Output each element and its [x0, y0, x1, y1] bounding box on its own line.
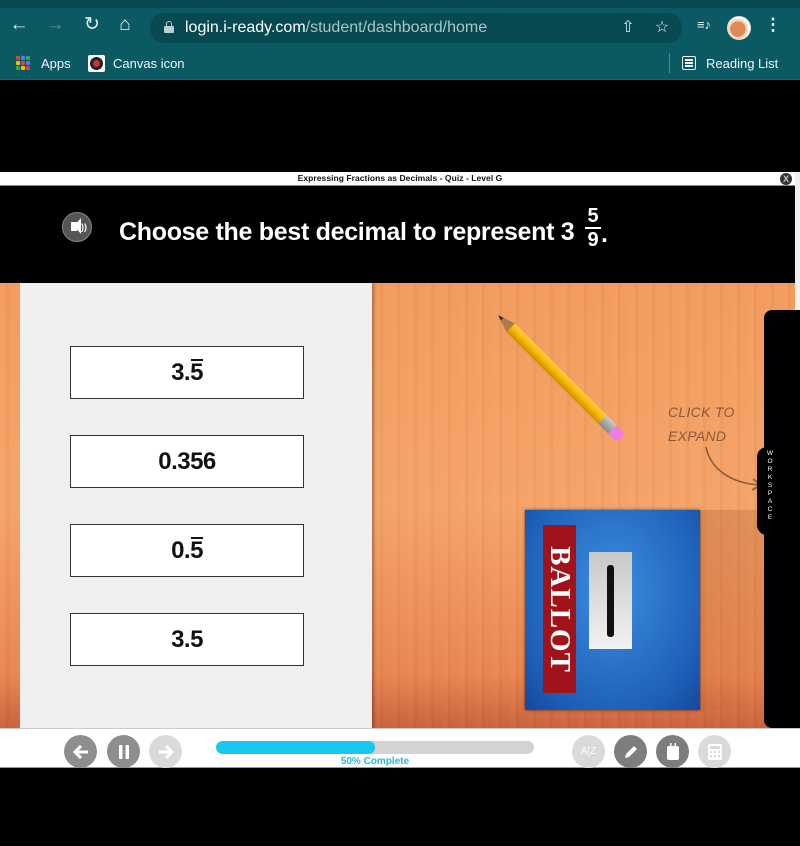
ballot-box: BALLOT [525, 510, 700, 710]
pencil-button[interactable] [614, 735, 647, 768]
forward-arrow-icon[interactable]: → [44, 14, 66, 36]
notepad-button[interactable] [656, 735, 689, 768]
next-arrow-icon [158, 744, 174, 759]
quiz-title-bar: Expressing Fractions as Decimals - Quiz … [0, 172, 800, 186]
reading-list-icon [682, 56, 696, 70]
profile-avatar[interactable] [727, 16, 751, 40]
apps-grid-dot [16, 61, 20, 65]
workspace-letter: P [767, 490, 773, 497]
bookmark-label: Apps [41, 55, 71, 71]
workspace-letter: W [766, 450, 774, 457]
bookmarks-bar: Apps Canvas icon Reading List [0, 45, 800, 80]
page-letterbox-top [0, 80, 800, 172]
pause-button[interactable] [107, 735, 140, 768]
url-host: login.i-ready.com [185, 19, 306, 36]
media-queue-icon[interactable]: ≡♪ [693, 14, 715, 36]
prompt-period: . [601, 220, 608, 248]
answer-choice[interactable]: 0.5 [70, 524, 304, 577]
back-arrow-icon[interactable]: ← [8, 14, 30, 36]
answer-value: 3.5 [171, 358, 203, 386]
apps-grid-dot [26, 61, 30, 65]
answer-value: 3.5 [171, 625, 203, 653]
ballot-slot [589, 552, 632, 649]
browser-toolbar: ← → ↻ ⌂ login.i-ready.com/student/dashbo… [0, 0, 800, 45]
fraction-denominator: 9 [587, 229, 599, 251]
calculator-button[interactable] [698, 735, 731, 768]
bookmarks-divider [669, 53, 670, 73]
repeating-digit: 5 [190, 358, 203, 386]
ballot-label: BALLOT [543, 525, 576, 693]
speaker-icon[interactable]: )) [62, 212, 92, 242]
pencil-tool-icon [624, 745, 637, 758]
question-prompt: Choose the best decimal to represent 3 [119, 218, 575, 246]
apps-grid-dot [21, 61, 25, 65]
quiz-title: Expressing Fractions as Decimals - Quiz … [297, 173, 503, 183]
workspace-letter: O [767, 458, 773, 465]
fraction-numerator: 5 [587, 205, 599, 227]
repeating-digit: 5 [190, 536, 203, 564]
canvas-icon [88, 54, 105, 72]
back-button[interactable] [64, 735, 97, 768]
workspace-letter: S [767, 482, 773, 489]
reading-list-label: Reading List [706, 55, 779, 71]
apps-grid-dot [16, 56, 20, 60]
bookmark-star-icon[interactable]: ☆ [652, 18, 672, 38]
workspace-letter: A [767, 498, 773, 505]
progress-fill [216, 741, 375, 754]
apps-grid-dot [26, 66, 30, 70]
workspace-tab[interactable]: WORKSPACE [757, 310, 800, 728]
apps-grid-icon [16, 56, 30, 70]
apps-grid-dot [26, 56, 30, 60]
back-arrow-icon [72, 744, 88, 759]
quiz-footer: 50% Complete A|Z [0, 728, 800, 768]
notepad-icon [666, 742, 679, 760]
click-to-expand-hint: CLICK TO EXPAND [668, 400, 735, 448]
page-letterbox-bottom [0, 768, 800, 846]
workspace-letter: E [767, 514, 773, 521]
tab-strip [0, 0, 800, 8]
workspace-letter: R [767, 466, 773, 473]
apps-grid-dot [21, 56, 25, 60]
apps-grid-dot [16, 66, 20, 70]
answer-choice[interactable]: 0.356 [70, 435, 304, 488]
bookmark-label: Canvas icon [113, 55, 185, 71]
next-button[interactable] [149, 735, 182, 768]
close-icon[interactable]: X [780, 173, 792, 185]
menu-icon[interactable]: ⋮ [762, 14, 784, 36]
hint-line: CLICK TO [668, 404, 735, 420]
workspace-letter: K [767, 474, 773, 481]
url-text[interactable]: login.i-ready.com/student/dashboard/home [185, 19, 487, 37]
pause-icon [118, 744, 129, 759]
glossary-button[interactable]: A|Z [572, 735, 605, 768]
reading-list-button[interactable]: Reading List [682, 53, 778, 73]
home-icon[interactable]: ⌂ [114, 14, 136, 36]
url-path: /student/dashboard/home [305, 19, 488, 36]
lock-icon[interactable] [164, 21, 174, 33]
workspace-letter: C [767, 506, 773, 513]
answer-choice[interactable]: 3.5 [70, 346, 304, 399]
answer-choice[interactable]: 3.5 [70, 613, 304, 666]
apps-grid-dot [21, 66, 25, 70]
bookmark-apps[interactable]: Apps [16, 53, 71, 73]
answer-value: 0.356 [158, 447, 216, 475]
reload-icon[interactable]: ↻ [81, 14, 103, 36]
bookmark-canvas[interactable]: Canvas icon [88, 53, 185, 73]
share-icon[interactable]: ⇧ [618, 18, 638, 38]
ballot-shadow [700, 510, 770, 710]
answer-panel: 3.5 0.356 0.5 3.5 [20, 283, 372, 728]
glossary-icon: A|Z [580, 746, 597, 757]
address-bar[interactable]: login.i-ready.com/student/dashboard/home… [150, 13, 682, 43]
fraction: 5 9 [585, 206, 601, 250]
progress-label: 50% Complete [340, 756, 410, 767]
workspace-label: WORKSPACE [757, 450, 783, 522]
answer-value: 0.5 [171, 536, 203, 564]
calculator-icon [707, 743, 722, 760]
progress-bar [216, 741, 534, 754]
